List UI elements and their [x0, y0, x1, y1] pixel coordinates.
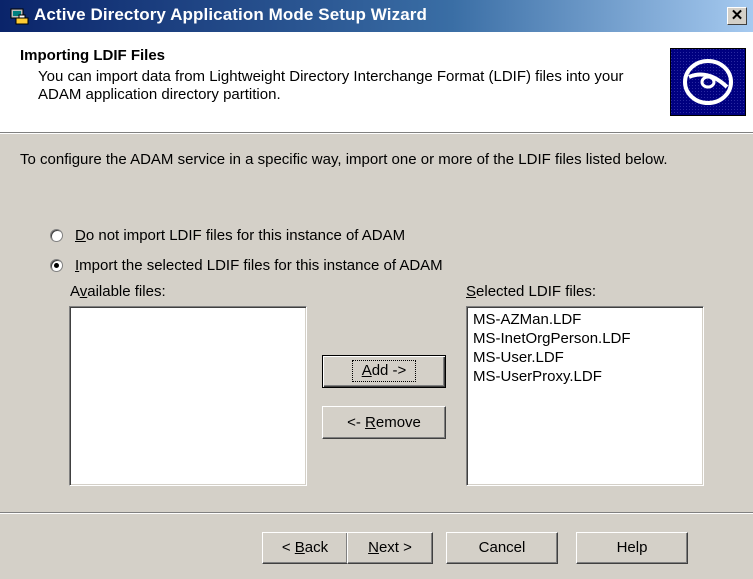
disc-icon: [671, 49, 745, 115]
back-button[interactable]: < Back: [262, 532, 348, 564]
window-title: Active Directory Application Mode Setup …: [34, 5, 427, 24]
title-bar[interactable]: Active Directory Application Mode Setup …: [0, 0, 753, 32]
list-item[interactable]: MS-User.LDF: [467, 348, 703, 367]
setup-app-icon: [10, 8, 29, 25]
radio-no-import[interactable]: Do not import LDIF files for this instan…: [50, 227, 405, 244]
wizard-header: Importing LDIF Files You can import data…: [0, 32, 753, 132]
help-button[interactable]: Help: [576, 532, 688, 564]
radio-no-import-label: Do not import LDIF files for this instan…: [75, 227, 406, 244]
radio-import-selected[interactable]: Import the selected LDIF files for this …: [50, 257, 443, 274]
list-item[interactable]: MS-InetOrgPerson.LDF: [467, 329, 703, 348]
cancel-button[interactable]: Cancel: [446, 532, 558, 564]
page-title: Importing LDIF Files: [20, 47, 165, 64]
remove-button[interactable]: <- Remove: [322, 406, 446, 439]
list-item[interactable]: MS-AZMan.LDF: [467, 310, 703, 329]
selected-files-label: Selected LDIF files:: [466, 283, 597, 300]
close-button[interactable]: ✕: [727, 7, 747, 25]
setup-wizard-window: Active Directory Application Mode Setup …: [0, 0, 753, 579]
list-item[interactable]: MS-UserProxy.LDF: [467, 367, 703, 386]
radio-import-selected-button[interactable]: [50, 259, 63, 272]
radio-no-import-button[interactable]: [50, 229, 63, 242]
add-button[interactable]: Add ->: [322, 355, 446, 388]
intro-text: To configure the ADAM service in a speci…: [20, 151, 668, 168]
header-separator: [0, 132, 753, 134]
available-files-list[interactable]: [69, 306, 307, 486]
radio-import-selected-label: Import the selected LDIF files for this …: [75, 257, 443, 274]
next-button[interactable]: Next >: [347, 532, 433, 564]
available-files-label: Available files:: [70, 283, 166, 300]
footer-separator: [0, 512, 753, 514]
adam-logo: [670, 48, 746, 116]
page-description: You can import data from Lightweight Dir…: [38, 68, 624, 103]
close-icon: ✕: [730, 7, 744, 24]
selected-files-list[interactable]: MS-AZMan.LDF MS-InetOrgPerson.LDF MS-Use…: [466, 306, 704, 486]
